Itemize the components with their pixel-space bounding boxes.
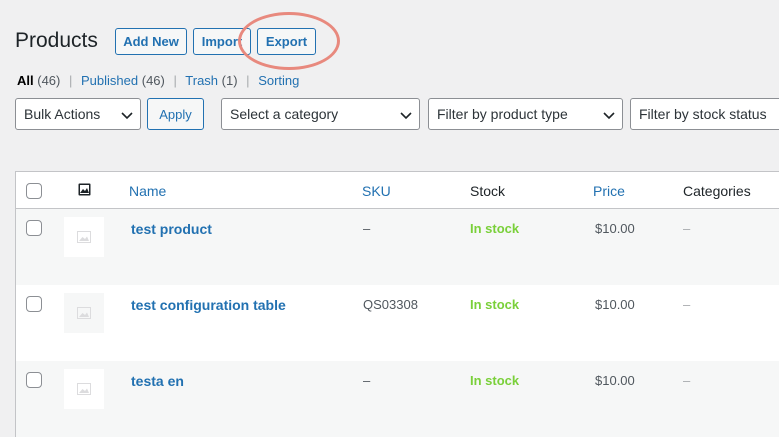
bulk-actions-select[interactable]: Bulk Actions	[15, 98, 141, 130]
add-new-button[interactable]: Add New	[115, 28, 187, 55]
product-name-link[interactable]: test configuration table	[131, 297, 286, 313]
placeholder-image-icon	[77, 231, 91, 243]
view-sorting-link[interactable]: Sorting	[258, 73, 299, 88]
product-stock: In stock	[470, 297, 520, 312]
column-stock: Stock	[470, 183, 506, 199]
export-button[interactable]: Export	[257, 28, 316, 55]
product-categories: –	[683, 373, 691, 388]
product-categories: –	[683, 221, 691, 236]
product-price: $10.00	[595, 373, 635, 388]
stock-status-value: Filter by stock status	[639, 106, 767, 122]
product-stock: In stock	[470, 221, 520, 236]
table-row: test product – In stock $10.00 –	[16, 209, 779, 285]
category-select[interactable]: Select a category	[221, 98, 420, 130]
product-name-link[interactable]: testa en	[131, 373, 184, 389]
product-sku: QS03308	[363, 297, 418, 312]
placeholder-image-icon	[77, 307, 91, 319]
view-separator: |	[173, 73, 177, 88]
view-separator: |	[246, 73, 250, 88]
product-thumbnail[interactable]	[64, 217, 104, 257]
row-checkbox[interactable]	[26, 296, 42, 312]
products-table: Name SKU Stock Price Categories test pro…	[15, 171, 779, 437]
product-type-select[interactable]: Filter by product type	[428, 98, 623, 130]
stock-status-select[interactable]: Filter by stock status	[630, 98, 779, 130]
row-checkbox[interactable]	[26, 220, 42, 236]
view-all-link[interactable]: All	[17, 73, 34, 88]
column-categories: Categories	[683, 183, 751, 199]
select-all-checkbox[interactable]	[26, 183, 42, 199]
image-column-icon	[78, 183, 91, 196]
import-button[interactable]: Import	[193, 28, 251, 55]
row-checkbox[interactable]	[26, 372, 42, 388]
bulk-actions-value: Bulk Actions	[24, 106, 101, 122]
chevron-down-icon	[400, 112, 412, 120]
placeholder-image-icon	[77, 383, 91, 395]
chevron-down-icon	[121, 112, 133, 120]
product-sku: –	[363, 373, 371, 388]
view-published-link[interactable]: Published	[81, 73, 138, 88]
product-thumbnail[interactable]	[64, 293, 104, 333]
view-trash-link[interactable]: Trash	[185, 73, 218, 88]
view-separator: |	[69, 73, 73, 88]
category-value: Select a category	[230, 106, 339, 122]
product-categories: –	[683, 297, 691, 312]
column-name[interactable]: Name	[129, 183, 166, 199]
product-stock: In stock	[470, 373, 520, 388]
product-sku: –	[363, 221, 371, 236]
view-trash-count: (1)	[221, 73, 238, 88]
column-sku[interactable]: SKU	[362, 183, 391, 199]
table-row: testa en – In stock $10.00 –	[16, 361, 779, 437]
view-filter-links: All (46) | Published (46) | Trash (1) | …	[17, 73, 299, 88]
product-thumbnail[interactable]	[64, 369, 104, 409]
product-price: $10.00	[595, 221, 635, 236]
table-header: Name SKU Stock Price Categories	[16, 172, 779, 209]
chevron-down-icon	[603, 112, 615, 120]
table-row: test configuration table QS03308 In stoc…	[16, 285, 779, 361]
product-price: $10.00	[595, 297, 635, 312]
view-all-count: (46)	[37, 73, 61, 88]
apply-button[interactable]: Apply	[147, 98, 204, 130]
view-published-count: (46)	[141, 73, 165, 88]
column-price[interactable]: Price	[593, 183, 625, 199]
product-type-value: Filter by product type	[437, 106, 568, 122]
product-name-link[interactable]: test product	[131, 221, 212, 237]
page-title: Products	[15, 29, 98, 52]
